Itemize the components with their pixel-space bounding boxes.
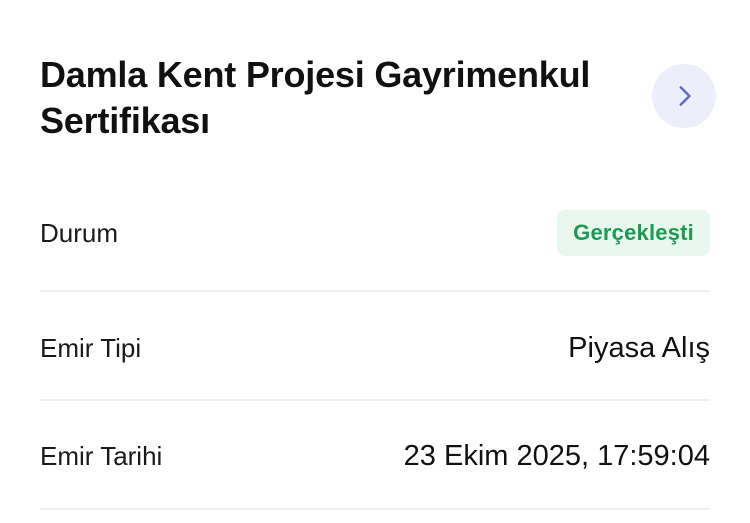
order-date-label: Emir Tarihi: [40, 440, 163, 471]
status-label: Durum: [40, 217, 119, 248]
page-title: Damla Kent Projesi Gayrimenkul Sertifika…: [40, 54, 591, 141]
order-detail-card: Damla Kent Projesi Gayrimenkul Sertifika…: [0, 0, 750, 523]
divider: [40, 508, 710, 510]
order-date-row: Emir Tarihi 23 Ekim 2025, 17:59:04: [40, 434, 710, 478]
status-badge: Gerçekleşti: [557, 210, 710, 256]
order-header: Damla Kent Projesi Gayrimenkul Sertifika…: [40, 52, 716, 152]
status-row: Durum Gerçekleşti: [40, 210, 710, 256]
divider: [40, 290, 710, 292]
divider: [40, 399, 710, 401]
order-date-value: 23 Ekim 2025, 17:59:04: [403, 439, 710, 472]
detail-button[interactable]: [652, 64, 716, 128]
order-type-row: Emir Tipi Piyasa Alış: [40, 326, 710, 370]
order-type-value: Piyasa Alış: [568, 331, 710, 364]
chevron-right-icon: [671, 83, 697, 109]
order-type-label: Emir Tipi: [40, 332, 142, 363]
